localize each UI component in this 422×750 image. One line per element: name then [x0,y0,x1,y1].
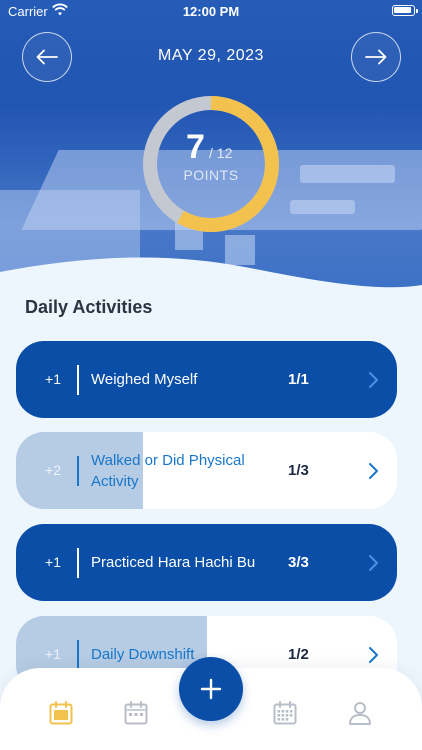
chevron-right-icon [369,372,378,388]
next-day-button[interactable] [351,32,401,82]
activity-progress: 1/3 [288,462,309,479]
activity-label: Practiced Hara Hachi Bu [91,554,256,571]
activity-label: Weighed Myself [91,371,198,388]
chevron-right-icon [369,555,378,571]
points-value: 7 [186,128,205,166]
battery-icon [392,5,418,16]
calendar-month-icon[interactable] [272,700,298,726]
activity-points: +1 [45,371,61,387]
divider [77,640,79,670]
activity-points: +2 [45,462,61,478]
activity-label: Walked or Did Physical Activity [91,451,245,490]
calendar-today-icon[interactable] [48,700,74,726]
activity-card-weighed[interactable]: +1 Weighed Myself 1/1 [16,341,397,418]
activity-progress: 3/3 [288,554,309,571]
points-progress-ring [143,96,279,232]
chevron-right-icon [369,647,378,663]
points-label: POINTS [183,167,239,183]
points-total: / 12 [209,145,233,161]
activity-progress: 1/1 [288,371,309,388]
status-bar: Carrier 12:00 PM [0,0,422,24]
arrow-right-icon [365,49,387,65]
divider [77,456,79,486]
section-title: Daily Activities [25,297,153,317]
profile-icon[interactable] [347,700,373,726]
divider [77,365,79,395]
chevron-right-icon [369,463,378,479]
clock: 12:00 PM [182,4,240,19]
divider [77,548,79,578]
add-activity-button[interactable] [179,657,243,721]
activity-card-walked[interactable]: +2 Walked or Did Physical Activity 1/3 [16,432,397,509]
calendar-week-icon[interactable] [123,700,149,726]
activity-points: +1 [45,554,61,570]
activity-card-hara-hachi-bu[interactable]: +1 Practiced Hara Hachi Bu 3/3 [16,524,397,601]
add-icon [200,678,222,700]
